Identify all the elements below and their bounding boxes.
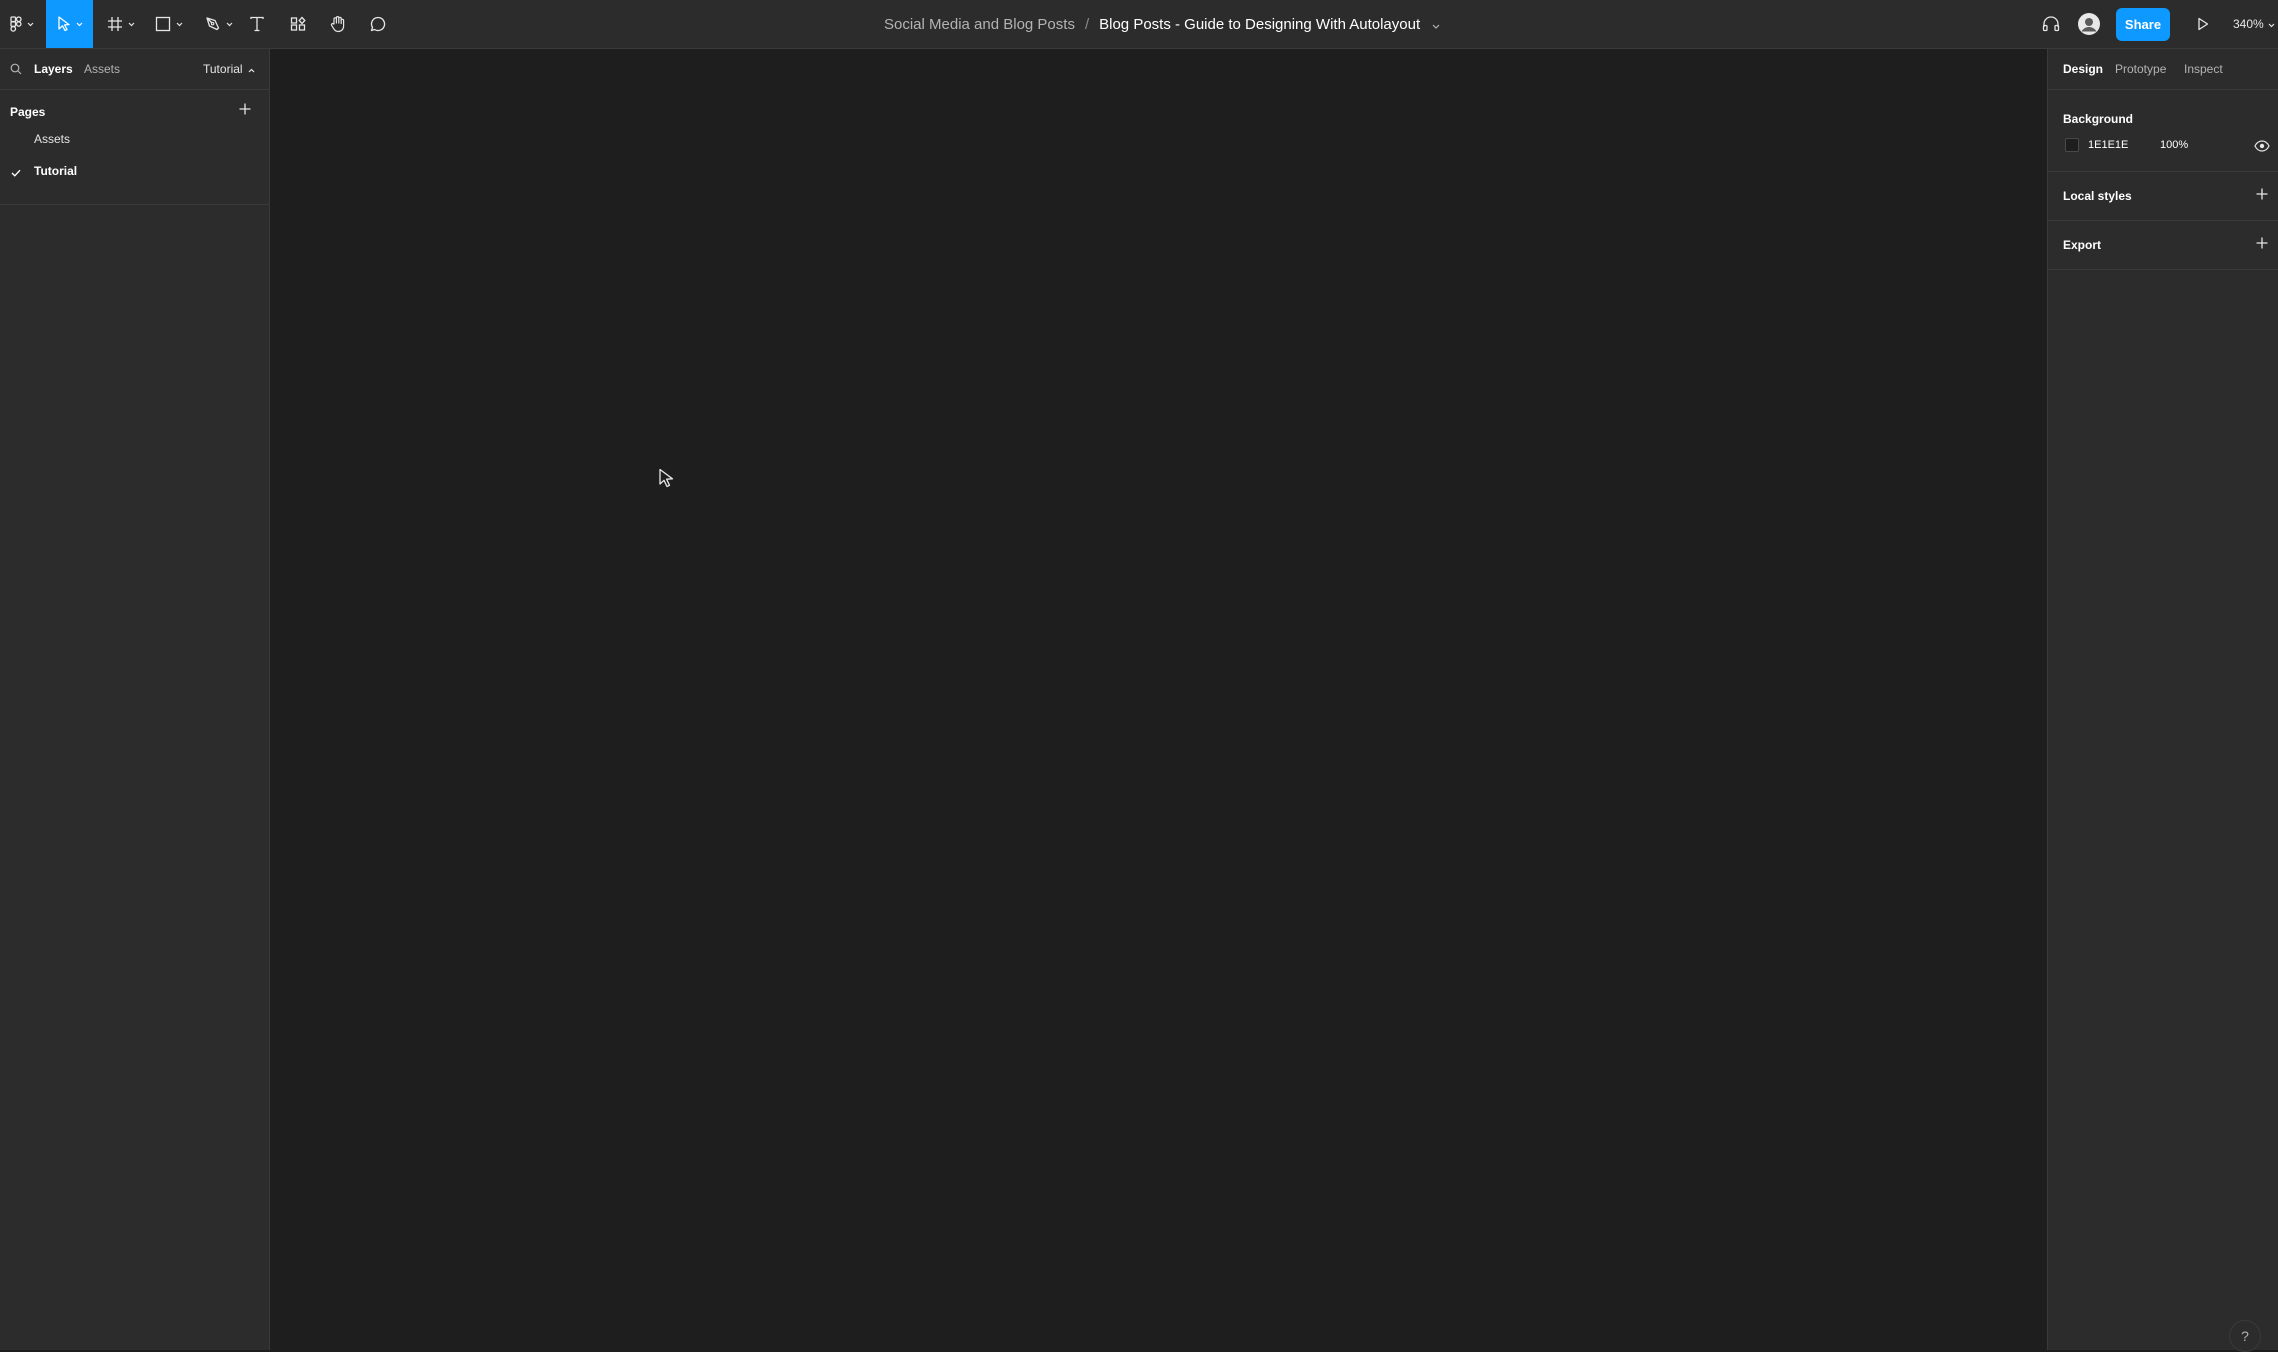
search-icon[interactable]: [10, 62, 22, 80]
tab-design[interactable]: Design: [2063, 62, 2103, 76]
page-item-label: Assets: [34, 132, 71, 146]
pen-icon: [205, 16, 221, 32]
shape-tool-button[interactable]: [148, 0, 190, 48]
hand-tool-button[interactable]: [324, 0, 352, 48]
chevron-down-icon: [2268, 17, 2275, 31]
page-item-assets[interactable]: Assets: [0, 124, 269, 154]
rectangle-icon: [155, 16, 171, 32]
resources-button[interactable]: [284, 0, 314, 48]
audio-button[interactable]: [2037, 0, 2065, 48]
text-icon: [249, 16, 265, 32]
comment-tool-button[interactable]: [364, 0, 392, 48]
pen-tool-button[interactable]: [198, 0, 240, 48]
checkmark-icon: [11, 166, 21, 180]
page-item-tutorial[interactable]: Tutorial: [0, 156, 269, 186]
move-tool-button[interactable]: [46, 0, 93, 48]
main-menu-button[interactable]: [0, 0, 44, 48]
page-item-label: Tutorial: [34, 164, 78, 178]
chevron-down-icon: [176, 22, 183, 27]
chevron-down-icon: [128, 22, 135, 27]
local-styles-title: Local styles: [2063, 189, 2132, 203]
comment-icon: [370, 16, 386, 32]
chevron-down-icon: [226, 22, 233, 27]
chevron-down-icon: [76, 22, 83, 27]
play-icon: [2197, 17, 2209, 31]
plus-icon: [2255, 188, 2269, 205]
tab-assets[interactable]: Assets: [84, 62, 120, 76]
zoom-dropdown[interactable]: 340%: [2233, 0, 2275, 48]
share-button[interactable]: Share: [2116, 8, 2170, 41]
page-switcher[interactable]: Tutorial: [203, 62, 255, 76]
chevron-down-icon[interactable]: [1432, 16, 1440, 33]
background-opacity-input[interactable]: 100%: [2160, 139, 2188, 151]
frame-icon: [107, 16, 123, 32]
tab-prototype[interactable]: Prototype: [2115, 62, 2166, 76]
left-sidebar: Layers Assets Tutorial Pages Assets Tuto…: [0, 49, 270, 1350]
headphones-icon: [2042, 16, 2060, 32]
resources-icon: [290, 16, 308, 32]
help-button[interactable]: ?: [2229, 1320, 2261, 1352]
file-title[interactable]: Social Media and Blog Posts / Blog Posts…: [884, 0, 1440, 48]
present-button[interactable]: [2190, 0, 2216, 48]
background-hex-input[interactable]: 1E1E1E: [2088, 139, 2128, 151]
project-name[interactable]: Social Media and Blog Posts: [884, 16, 1075, 33]
eye-icon[interactable]: [2254, 139, 2270, 157]
text-tool-button[interactable]: [244, 0, 270, 48]
right-sidebar: Design Prototype Inspect Background 1E1E…: [2047, 49, 2278, 1350]
background-section: Background 1E1E1E 100%: [2048, 90, 2278, 172]
frame-tool-button[interactable]: [100, 0, 142, 48]
design-canvas[interactable]: [270, 49, 2047, 1350]
plus-icon: [2255, 237, 2269, 254]
export-section: Export: [2048, 221, 2278, 270]
chevron-up-icon: [248, 62, 255, 76]
local-styles-section: Local styles: [2048, 172, 2278, 221]
tab-inspect[interactable]: Inspect: [2184, 62, 2223, 76]
file-name[interactable]: Blog Posts - Guide to Designing With Aut…: [1099, 16, 1420, 33]
export-title: Export: [2063, 238, 2102, 252]
top-toolbar: Social Media and Blog Posts / Blog Posts…: [0, 0, 2278, 49]
pages-section: Pages Assets Tutorial: [0, 90, 269, 205]
zoom-level: 340%: [2233, 17, 2264, 31]
page-switcher-label: Tutorial: [203, 62, 243, 76]
background-title: Background: [2063, 112, 2134, 126]
cursor-icon: [57, 16, 71, 32]
mouse-cursor-icon: [658, 468, 676, 493]
breadcrumb-separator: /: [1084, 15, 1090, 33]
pages-header: Pages: [10, 105, 46, 119]
add-page-button[interactable]: [238, 102, 252, 121]
plus-icon: [238, 103, 252, 120]
avatar-icon: [2077, 12, 2101, 36]
add-export-button[interactable]: [2255, 236, 2269, 255]
user-avatar[interactable]: [2075, 0, 2103, 48]
add-local-style-button[interactable]: [2255, 187, 2269, 206]
chevron-down-icon: [27, 22, 34, 27]
tab-layers[interactable]: Layers: [34, 62, 73, 76]
background-color-swatch[interactable]: [2065, 138, 2079, 152]
left-panel-tabs: Layers Assets Tutorial: [0, 49, 269, 90]
right-panel-tabs: Design Prototype Inspect: [2048, 49, 2278, 90]
figma-logo-icon: [10, 16, 22, 32]
hand-icon: [330, 15, 346, 33]
